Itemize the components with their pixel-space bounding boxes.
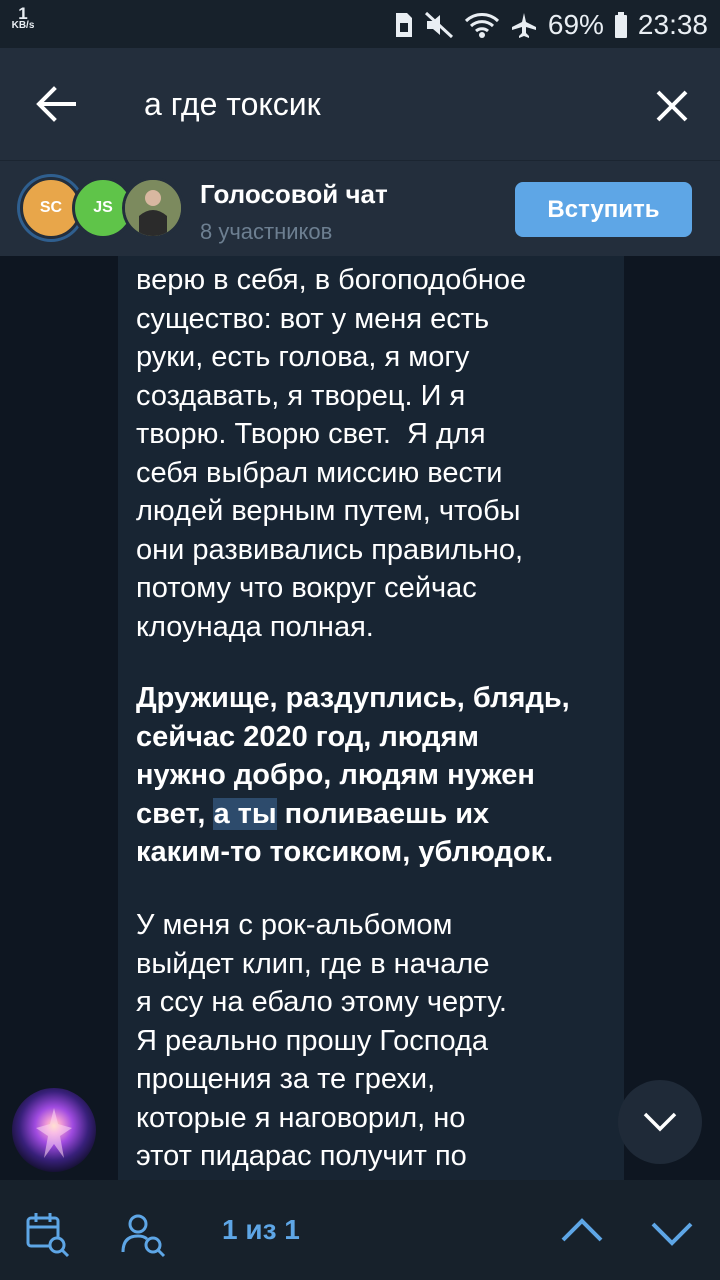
wifi-icon bbox=[464, 13, 499, 38]
search-highlight: а ты bbox=[213, 797, 277, 830]
calendar-search-icon[interactable] bbox=[24, 1210, 72, 1258]
close-icon[interactable] bbox=[652, 86, 692, 126]
search-header bbox=[0, 48, 720, 160]
user-search-icon[interactable] bbox=[120, 1210, 168, 1258]
clock: 23:38 bbox=[637, 9, 708, 40]
airplane-icon bbox=[511, 13, 536, 38]
join-button[interactable]: Вступить bbox=[515, 182, 692, 237]
battery-icon bbox=[614, 12, 627, 38]
search-navigation-bar: 1 из 1 bbox=[0, 1180, 720, 1280]
voice-chat-title: Голосовой чат bbox=[200, 179, 388, 209]
avatar-initials: SC bbox=[39, 199, 63, 216]
battery-percent: 69% bbox=[547, 9, 604, 40]
participant-avatar-photo bbox=[122, 177, 184, 239]
sender-avatar-image bbox=[36, 1108, 72, 1158]
avatar-initials: JS bbox=[93, 199, 113, 216]
message-paragraph: У меня с рок-альбомом выйдет клип, где в… bbox=[136, 909, 507, 1172]
status-bar: 1 KB/s 69% 23:38 bbox=[0, 0, 720, 48]
sim-icon bbox=[395, 13, 412, 37]
network-speed-value: 1 bbox=[18, 4, 28, 23]
person-photo-icon bbox=[125, 180, 181, 236]
network-speed-unit: KB/s bbox=[11, 20, 35, 31]
voice-chat-banner[interactable]: SC JS Голосовой чат 8 участников Вступит… bbox=[0, 160, 720, 257]
mute-icon bbox=[424, 11, 453, 39]
voice-chat-participants: 8 участников bbox=[200, 219, 333, 244]
message-paragraph-bold: Дружище, раздуплись, блядь, сейчас 2020 … bbox=[136, 679, 570, 872]
message-paragraph: верю в себя, в богоподобное существо: во… bbox=[136, 264, 527, 643]
status-icons: 69% 23:38 bbox=[394, 8, 708, 42]
scroll-down-button[interactable] bbox=[618, 1080, 702, 1164]
network-speed: 1 KB/s bbox=[8, 4, 38, 32]
search-result-counter: 1 из 1 bbox=[222, 1214, 300, 1245]
back-arrow-icon[interactable] bbox=[34, 86, 78, 122]
chevron-down-icon[interactable] bbox=[648, 1220, 696, 1250]
chevron-up-icon[interactable] bbox=[558, 1214, 606, 1244]
search-input[interactable] bbox=[144, 78, 604, 130]
sender-avatar[interactable] bbox=[12, 1088, 96, 1172]
chevron-down-icon bbox=[643, 1112, 677, 1132]
chat-area[interactable]: верю в себя, в богоподобное существо: во… bbox=[0, 256, 720, 1180]
